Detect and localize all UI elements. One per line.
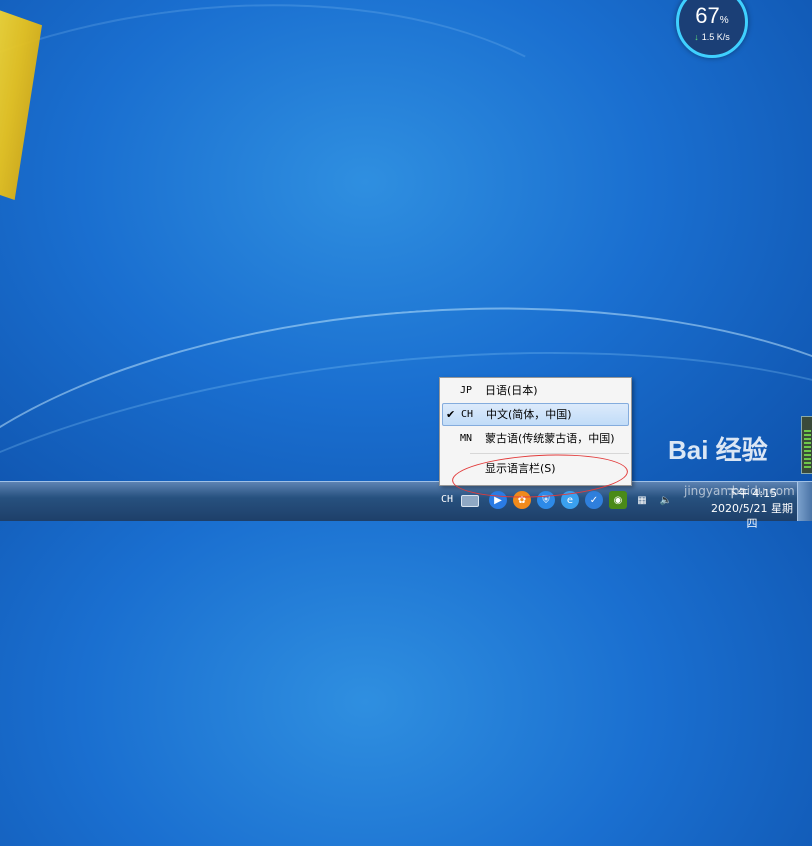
menu-item-chinese[interactable]: ✔ CH 中文(简体，中国) (442, 403, 629, 426)
baidu-watermark: Bai 经验 (668, 435, 768, 465)
volume-meter-gadget[interactable] (801, 416, 812, 474)
menu-item-mongolian[interactable]: MN 蒙古语(传统蒙古语，中国) (442, 427, 629, 450)
check-icon: ✔ (446, 408, 456, 421)
language-code: CH (461, 409, 474, 420)
menu-item-label: 蒙古语(传统蒙古语，中国) (485, 432, 615, 445)
network-icon[interactable]: ▦ (633, 491, 651, 509)
nvidia-icon[interactable]: ◉ (609, 491, 627, 509)
language-code: JP (460, 385, 473, 396)
menu-item-label: 日语(日本) (485, 384, 538, 397)
download-rate: ↓ 1.5 K/s (694, 32, 730, 42)
safe-guard-icon[interactable]: ✓ (585, 491, 603, 509)
network-speed-widget[interactable]: 67% ↓ 1.5 K/s (676, 0, 748, 58)
volume-icon[interactable]: 🔈 (657, 491, 675, 509)
network-usage-percent: 67% (695, 3, 729, 28)
menu-item-japanese[interactable]: JP 日语(日本) (442, 379, 629, 402)
clock-date: 2020/5/21 星期四 (711, 502, 793, 530)
show-desktop-button[interactable] (797, 482, 812, 521)
language-code: MN (460, 433, 473, 444)
menu-item-label: 中文(简体，中国) (486, 408, 572, 421)
keyboard-icon[interactable] (461, 495, 479, 507)
language-indicator[interactable]: CH (441, 494, 453, 505)
watermark-url: jingyan.baidu.com (684, 484, 795, 498)
download-arrow-icon: ↓ (694, 32, 699, 42)
